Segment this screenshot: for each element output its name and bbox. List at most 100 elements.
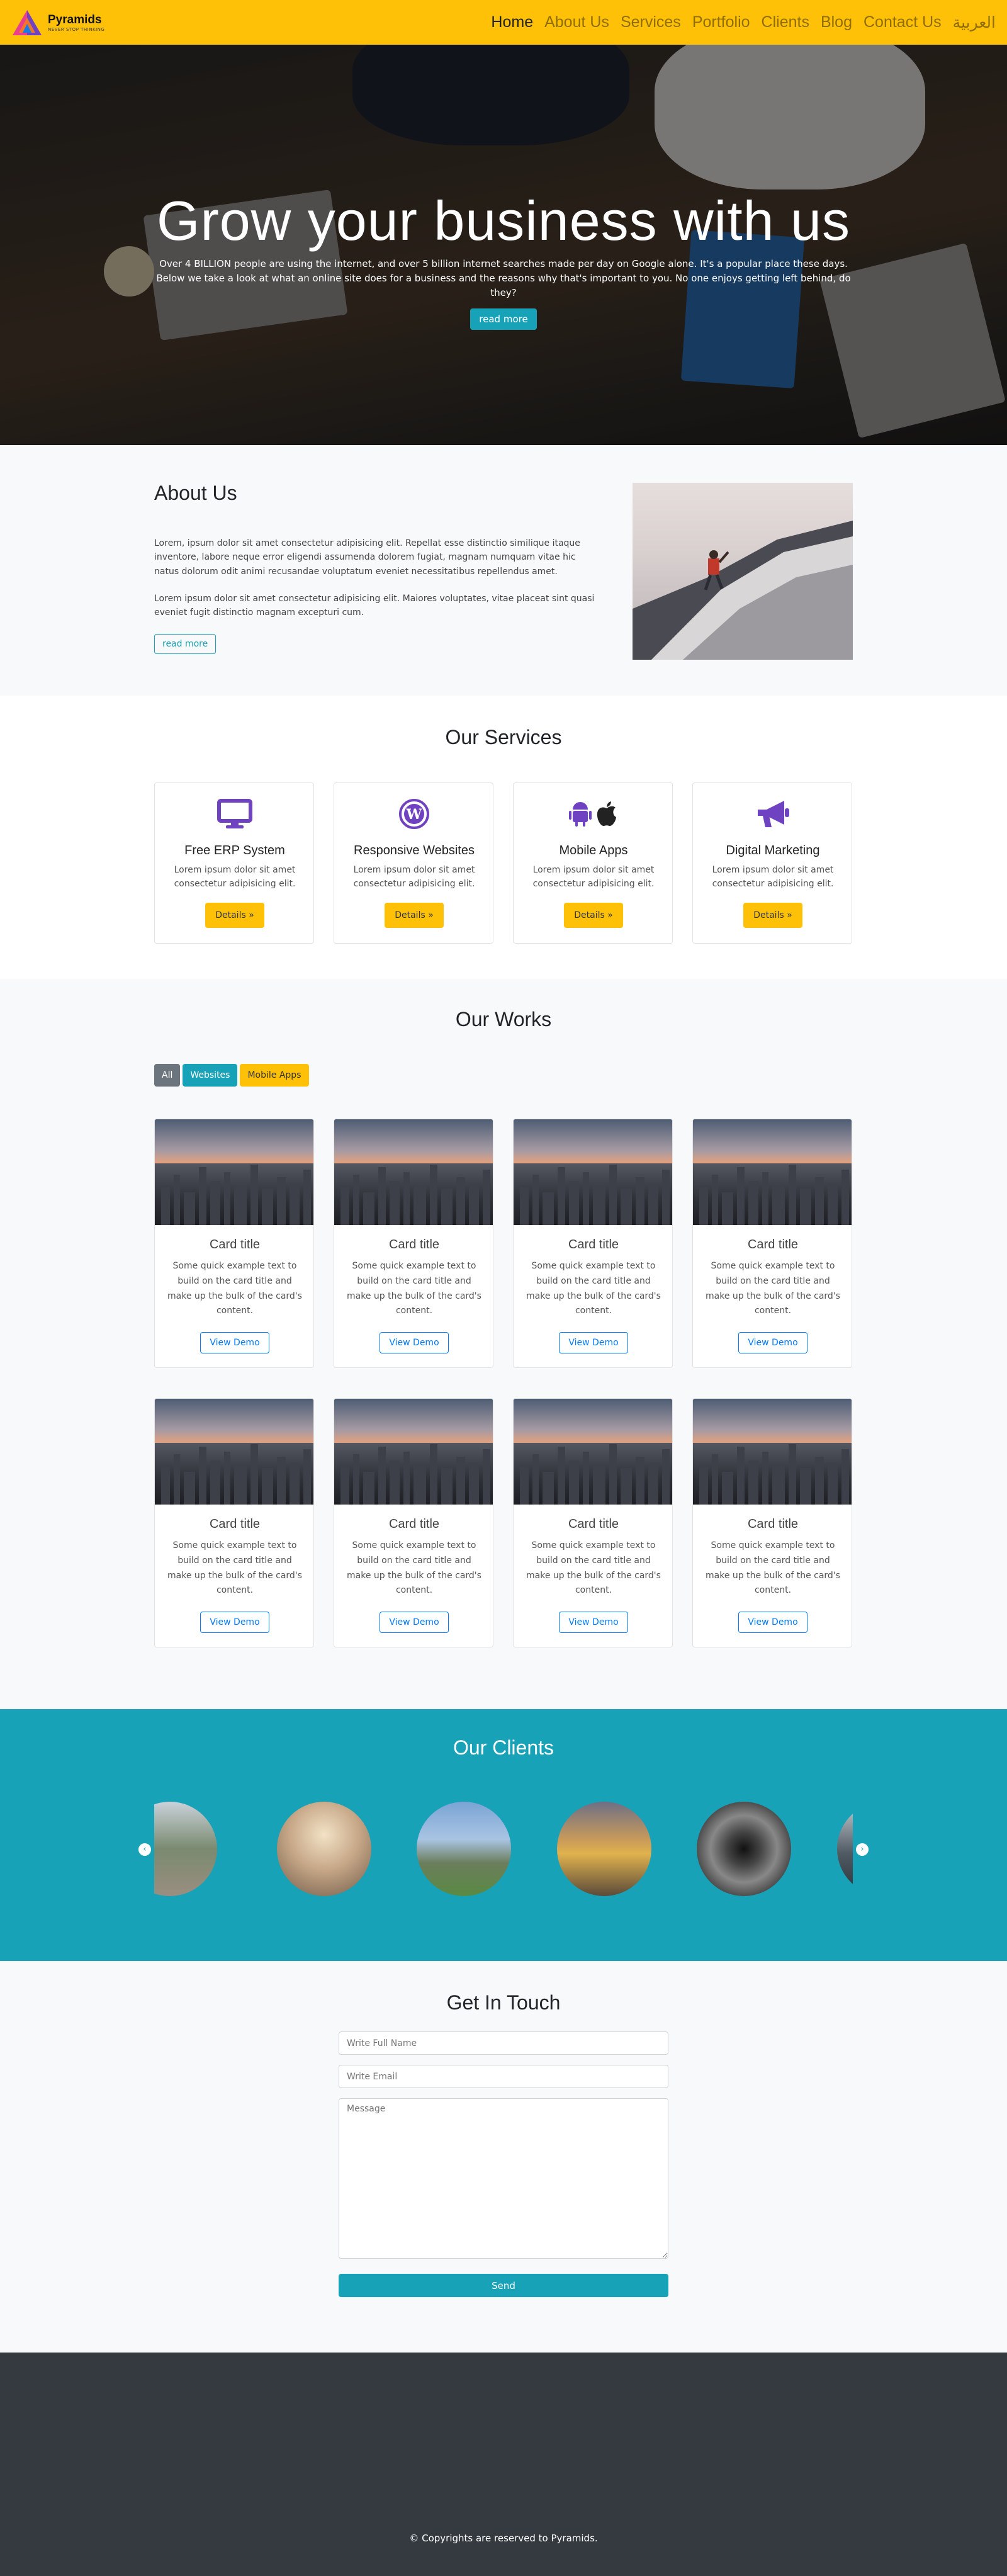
filter-all-button[interactable]: All	[154, 1064, 181, 1087]
clients-carousel	[154, 1797, 853, 1901]
nav-home[interactable]: Home	[491, 13, 533, 31]
brand-tagline: NEVER STOP THINKING	[48, 26, 105, 32]
card-title: Card title	[747, 1238, 799, 1251]
card-title: Card title	[388, 1517, 440, 1531]
card-title: Card title	[209, 1517, 261, 1531]
service-title: Digital Marketing	[726, 844, 820, 857]
about-read-more-button[interactable]: read more	[154, 634, 217, 654]
nav-menu: Home About Us Services Portfolio Clients…	[491, 0, 996, 45]
card-text: Some quick example text to build on the …	[167, 1540, 302, 1596]
client-logo[interactable]	[277, 1802, 371, 1896]
card-text: Some quick example text to build on the …	[526, 1540, 661, 1596]
card-text: Some quick example text to build on the …	[706, 1261, 840, 1316]
card-text: Some quick example text to build on the …	[347, 1261, 481, 1316]
about-title: About Us	[154, 482, 237, 504]
client-logo[interactable]	[697, 1802, 791, 1896]
message-textarea[interactable]	[339, 2098, 668, 2259]
brand-logo[interactable]: Pyramids NEVER STOP THINKING	[11, 9, 104, 37]
card-text: Some quick example text to build on the …	[167, 1261, 302, 1316]
nav-blog[interactable]: Blog	[821, 13, 852, 31]
service-details-button[interactable]: Details »	[205, 903, 264, 928]
client-logo[interactable]	[557, 1802, 651, 1896]
nav-language-arabic[interactable]: العربية	[953, 13, 996, 32]
svg-text:W: W	[406, 806, 422, 823]
client-logo[interactable]	[154, 1802, 217, 1896]
apple-icon	[597, 801, 616, 827]
send-button[interactable]: Send	[339, 2274, 668, 2297]
works-filters: All Websites Mobile Apps	[154, 1064, 309, 1087]
view-demo-button[interactable]: View Demo	[380, 1332, 449, 1353]
card-title: Card title	[747, 1517, 799, 1531]
about-paragraph-2: Lorem ipsum dolor sit amet consectetur a…	[154, 594, 595, 618]
brand-name: Pyramids	[48, 13, 102, 26]
portfolio-card: Card title Some quick example text to bui…	[334, 1119, 493, 1368]
email-input[interactable]	[339, 2065, 668, 2088]
filter-mobile-apps-button[interactable]: Mobile Apps	[240, 1064, 309, 1087]
hero-content: Grow your business with us Over 4 BILLIO…	[0, 189, 1007, 330]
view-demo-button[interactable]: View Demo	[738, 1612, 807, 1633]
hero-read-more-button[interactable]: read more	[470, 308, 537, 330]
card-text: Some quick example text to build on the …	[706, 1540, 840, 1596]
service-details-button[interactable]: Details »	[385, 903, 444, 928]
service-details-button[interactable]: Details »	[564, 903, 623, 928]
full-name-input[interactable]	[339, 2031, 668, 2055]
portfolio-card: Card title Some quick example text to bui…	[334, 1398, 493, 1647]
card-image-city	[155, 1119, 313, 1225]
hero-section: Grow your business with us Over 4 BILLIO…	[0, 45, 1007, 445]
clients-section: Our Clients ‹ ›	[0, 1709, 1007, 1961]
portfolio-card: Card title Some quick example text to bui…	[154, 1398, 314, 1647]
view-demo-button[interactable]: View Demo	[738, 1332, 807, 1353]
clients-title: Our Clients	[453, 1736, 554, 1759]
carousel-prev-button[interactable]: ‹	[138, 1843, 151, 1856]
view-demo-button[interactable]: View Demo	[200, 1332, 269, 1353]
view-demo-button[interactable]: View Demo	[200, 1612, 269, 1633]
view-demo-button[interactable]: View Demo	[380, 1612, 449, 1633]
portfolio-card: Card title Some quick example text to bui…	[692, 1119, 852, 1368]
card-text: Some quick example text to build on the …	[526, 1261, 661, 1316]
services-title: Our Services	[445, 726, 562, 749]
megaphone-icon	[693, 796, 853, 832]
service-card-marketing: Digital Marketing Lorem ipsum dolor sit …	[692, 782, 852, 944]
works-section: Our Works All Websites Mobile Apps Card …	[0, 979, 1007, 1709]
navbar: Pyramids NEVER STOP THINKING Home About …	[0, 0, 1007, 45]
copyright-text: © Copyrights are reserved to Pyramids.	[409, 2533, 598, 2544]
portfolio-card: Card title Some quick example text to bui…	[513, 1119, 673, 1368]
client-logo[interactable]	[837, 1802, 853, 1896]
about-paragraph-1: Lorem, ipsum dolor sit amet consectetur …	[154, 538, 580, 577]
about-section: About Us Lorem, ipsum dolor sit amet con…	[0, 445, 1007, 696]
desktop-icon	[155, 796, 315, 832]
wordpress-icon: W	[334, 796, 494, 832]
service-card-erp: Free ERP System Lorem ipsum dolor sit am…	[154, 782, 314, 944]
nav-about[interactable]: About Us	[544, 13, 609, 31]
nav-portfolio[interactable]: Portfolio	[692, 13, 750, 31]
card-text: Some quick example text to build on the …	[347, 1540, 481, 1596]
footer: © Copyrights are reserved to Pyramids.	[0, 2353, 1007, 2576]
service-text: Lorem ipsum dolor sit amet consectetur a…	[712, 865, 834, 889]
android-apple-icon	[514, 796, 673, 832]
card-image-city	[155, 1399, 313, 1505]
portfolio-card: Card title Some quick example text to bui…	[513, 1398, 673, 1647]
service-text: Lorem ipsum dolor sit amet consectetur a…	[353, 865, 475, 889]
service-details-button[interactable]: Details »	[743, 903, 802, 928]
card-title: Card title	[388, 1238, 440, 1251]
services-section: Our Services Free ERP System Lorem ipsum…	[0, 696, 1007, 979]
works-title: Our Works	[455, 1008, 552, 1031]
view-demo-button[interactable]: View Demo	[559, 1332, 628, 1353]
client-logo[interactable]	[417, 1802, 511, 1896]
portfolio-card: Card title Some quick example text to bui…	[154, 1119, 314, 1368]
hero-title: Grow your business with us	[157, 189, 850, 252]
card-image-city	[514, 1399, 672, 1505]
nav-clients[interactable]: Clients	[762, 13, 809, 31]
card-title: Card title	[209, 1238, 261, 1251]
nav-services[interactable]: Services	[621, 13, 681, 31]
service-title: Free ERP System	[184, 844, 285, 857]
about-image-climber	[633, 483, 853, 660]
carousel-next-button[interactable]: ›	[856, 1843, 869, 1856]
nav-contact[interactable]: Contact Us	[864, 13, 942, 31]
card-image-city	[693, 1119, 852, 1225]
android-icon	[569, 802, 592, 827]
view-demo-button[interactable]: View Demo	[559, 1612, 628, 1633]
filter-websites-button[interactable]: Websites	[183, 1064, 238, 1087]
contact-section: Get In Touch Send	[0, 1961, 1007, 2353]
service-title: Mobile Apps	[559, 844, 628, 857]
